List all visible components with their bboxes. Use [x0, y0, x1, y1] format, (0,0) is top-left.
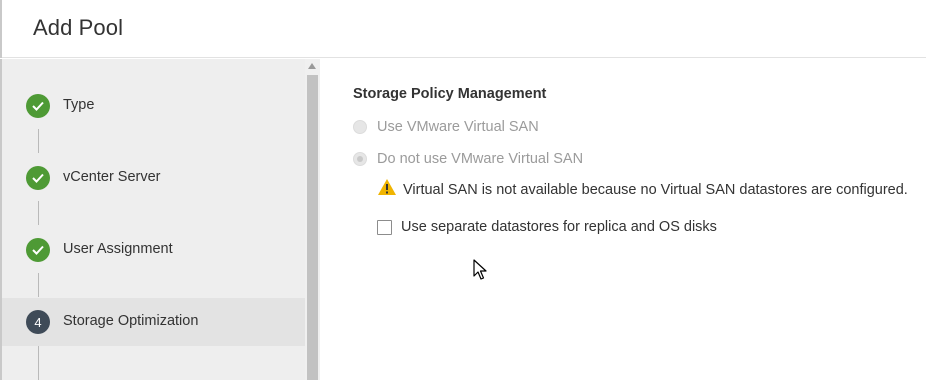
step-connector — [38, 345, 39, 380]
wizard-step-label: Storage Optimization — [63, 313, 199, 329]
storage-optimization-panel: Storage Policy Management Use VMware Vir… — [320, 59, 926, 380]
check-icon — [26, 238, 50, 262]
vsan-warning: Virtual SAN is not available because no … — [377, 178, 908, 201]
sidebar-scrollbar[interactable] — [305, 59, 320, 380]
wizard-step-label: User Assignment — [63, 241, 173, 257]
wizard-step-label: vCenter Server — [63, 169, 161, 185]
separate-datastores-checkbox[interactable] — [377, 219, 392, 235]
separate-datastores-option[interactable]: Use separate datastores for replica and … — [377, 219, 717, 235]
radio-label: Do not use VMware Virtual SAN — [377, 151, 584, 167]
wizard-step-vcenter-server[interactable]: vCenter Server — [2, 154, 305, 202]
checkbox-label: Use separate datastores for replica and … — [401, 219, 717, 235]
step-connector — [38, 273, 39, 297]
wizard-step-label: Type — [63, 97, 95, 113]
check-icon — [26, 94, 50, 118]
wizard-step-user-assignment[interactable]: User Assignment — [2, 226, 305, 274]
scrollbar-thumb[interactable] — [307, 75, 318, 380]
step-number-badge: 4 — [26, 310, 50, 334]
scroll-up-arrow-icon[interactable] — [308, 63, 316, 69]
check-icon — [26, 166, 50, 190]
radio-button[interactable] — [353, 120, 367, 134]
radio-label: Use VMware Virtual SAN — [377, 119, 539, 135]
section-title: Storage Policy Management — [353, 86, 547, 102]
mouse-pointer-icon — [473, 259, 487, 286]
wizard-step-type[interactable]: Type — [2, 82, 305, 130]
wizard-steps-sidebar: Type vCenter Server User Assignment 4 St… — [0, 59, 305, 380]
step-connector — [38, 129, 39, 153]
dialog-border — [0, 0, 2, 58]
radio-no-vsan[interactable]: Do not use VMware Virtual SAN — [353, 149, 583, 169]
dialog-header: Add Pool — [0, 0, 926, 58]
warning-text: Virtual SAN is not available because no … — [403, 181, 908, 198]
warning-triangle-icon — [377, 178, 397, 201]
wizard-step-storage-optimization[interactable]: 4 Storage Optimization — [2, 298, 305, 346]
step-connector — [38, 201, 39, 225]
dialog-title: Add Pool — [33, 15, 124, 40]
radio-button[interactable] — [353, 152, 367, 166]
radio-use-vsan[interactable]: Use VMware Virtual SAN — [353, 117, 539, 137]
